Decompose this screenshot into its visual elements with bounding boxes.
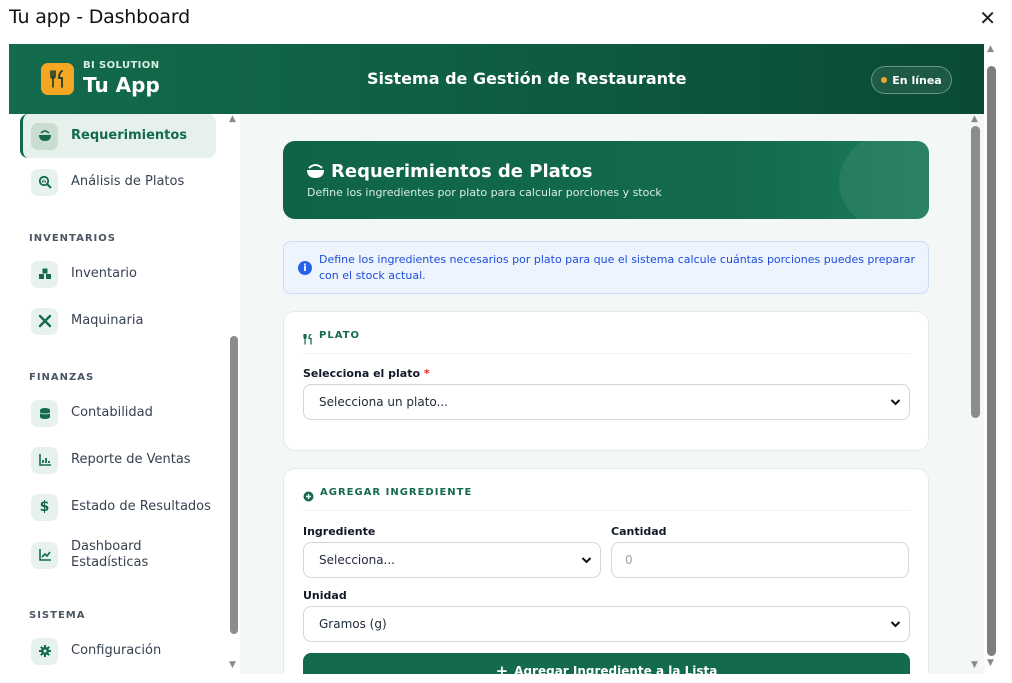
scroll-down-arrow-icon[interactable]: ▼ [987, 658, 994, 668]
sidebar-item-configuracion[interactable]: Configuración [20, 629, 216, 673]
info-text: Define los ingredientes necesarios por p… [319, 253, 915, 282]
boxes-icon [31, 260, 58, 288]
magnifier-chart-icon [31, 168, 58, 196]
page-banner: Requerimientos de Platos Define los ingr… [283, 141, 929, 219]
ingrediente-card-heading: AGREGAR INGREDIENTE [320, 487, 473, 498]
plato-card-heading: PLATO [319, 330, 360, 341]
plato-field-label-text: Selecciona el plato [303, 367, 421, 380]
main-scrollbar-thumb[interactable] [971, 126, 980, 418]
ingrediente-card-header: AGREGAR INGREDIENTE [303, 487, 910, 511]
window-titlebar: Tu app - Dashboard ✕ [0, 0, 1012, 40]
plato-select[interactable]: Selecciona un plato... [303, 384, 910, 420]
sidebar-scrollbar-thumb[interactable] [230, 336, 238, 634]
scroll-down-arrow-icon[interactable]: ▼ [229, 660, 236, 670]
dollar-icon: $ [31, 493, 58, 521]
plato-field-label: Selecciona el plato * [303, 367, 430, 380]
sidebar-item-dashboard-estadisticas[interactable]: Dashboard Estadísticas [20, 533, 216, 577]
info-alert: i Define los ingredientes necesarios por… [283, 241, 929, 294]
cantidad-placeholder: 0 [625, 553, 633, 567]
sidebar-item-label: Análisis de Platos [71, 174, 185, 189]
ingrediente-select-value: Selecciona... [319, 553, 395, 567]
utensils-icon [303, 330, 313, 349]
window-scrollbar[interactable]: ▲ ▼ [984, 44, 1000, 674]
sidebar-item-label: Reporte de Ventas [71, 452, 191, 467]
plato-card-header: PLATO [303, 330, 910, 354]
unidad-field-label: Unidad [303, 589, 347, 602]
tools-icon [31, 307, 58, 335]
utensils-icon [41, 63, 74, 95]
agregar-ingrediente-card: AGREGAR INGREDIENTE Ingrediente Seleccio… [283, 468, 929, 674]
sidebar-item-label: Configuración [71, 643, 162, 658]
brand-subtitle: BI SOLUTION [83, 60, 160, 71]
page-title: Requerimientos de Platos [331, 161, 593, 182]
section-label-sistema: SISTEMA [29, 610, 86, 621]
bar-chart-icon [31, 446, 58, 474]
plus-circle-icon [303, 487, 314, 506]
add-ingredient-button[interactable]: + Agregar Ingrediente a la Lista [303, 653, 910, 674]
status-badge: En línea [871, 66, 952, 94]
unidad-select-value: Gramos (g) [319, 617, 387, 631]
plato-select-value: Selecciona un plato... [319, 395, 448, 409]
ingrediente-field-label: Ingrediente [303, 525, 376, 538]
unidad-select[interactable]: Gramos (g) [303, 606, 910, 642]
chevron-down-icon [890, 395, 901, 412]
sidebar-item-requerimientos[interactable]: Requerimientos [20, 114, 216, 158]
cantidad-field-label: Cantidad [611, 525, 667, 538]
app-header: BI SOLUTION Tu App Sistema de Gestión de… [9, 44, 984, 114]
sidebar-item-analisis-platos[interactable]: Análisis de Platos [20, 160, 216, 204]
plato-card: PLATO Selecciona el plato * Selecciona u… [283, 311, 929, 451]
banner-decoration [839, 141, 929, 219]
plus-icon: + [495, 662, 509, 674]
sidebar-item-label: Dashboard Estadísticas [71, 539, 149, 570]
sidebar-item-reporte-ventas[interactable]: Reporte de Ventas [20, 438, 216, 482]
page-subtitle: Define los ingredientes por plato para c… [307, 186, 662, 199]
sidebar-item-label: Contabilidad [71, 405, 153, 420]
sidebar-item-label: Estado de Resultados [71, 499, 211, 514]
required-mark: * [423, 367, 430, 380]
close-icon[interactable]: ✕ [979, 6, 996, 30]
sidebar-item-contabilidad[interactable]: Contabilidad [20, 391, 216, 435]
window-scrollbar-thumb[interactable] [987, 66, 996, 656]
sidebar-item-label: Maquinaria [71, 313, 144, 328]
window-title: Tu app - Dashboard [9, 6, 190, 28]
add-ingredient-label: Agregar Ingrediente a la Lista [514, 664, 718, 674]
scroll-up-arrow-icon[interactable]: ▲ [971, 114, 978, 124]
status-label: En línea [892, 73, 942, 87]
coins-icon [31, 399, 58, 427]
header-title: Sistema de Gestión de Restaurante [367, 69, 687, 88]
sidebar-item-label: Inventario [71, 266, 137, 281]
ingrediente-select[interactable]: Selecciona... [303, 542, 601, 578]
sidebar-item-maquinaria[interactable]: Maquinaria [20, 299, 216, 343]
section-label-finanzas: FINANZAS [29, 372, 95, 383]
sidebar-item-label: Requerimientos [71, 128, 188, 143]
sidebar-item-estado-resultados[interactable]: $ Estado de Resultados [20, 485, 216, 529]
sidebar: Requerimientos Análisis de Platos INVENT… [9, 114, 228, 674]
cantidad-input[interactable]: 0 [611, 542, 909, 578]
main-content: Requerimientos de Platos Define los ingr… [240, 114, 970, 674]
bowl-icon [31, 122, 58, 150]
chevron-down-icon [581, 553, 592, 570]
scroll-up-arrow-icon[interactable]: ▲ [229, 114, 236, 124]
bowl-icon [306, 162, 325, 183]
gear-icon [31, 637, 58, 665]
status-dot-icon [881, 77, 888, 83]
brand-name: Tu App [83, 73, 160, 97]
scroll-down-arrow-icon[interactable]: ▼ [971, 660, 978, 670]
line-chart-icon [31, 541, 58, 569]
section-label-inventarios: INVENTARIOS [29, 233, 116, 244]
sidebar-scrollbar[interactable]: ▲ ▼ [228, 114, 240, 674]
sidebar-item-inventario[interactable]: Inventario [20, 252, 216, 296]
main-scrollbar[interactable]: ▲ ▼ [968, 114, 984, 674]
scroll-up-arrow-icon[interactable]: ▲ [987, 44, 994, 54]
info-icon: i [298, 261, 312, 275]
chevron-down-icon [890, 617, 901, 634]
